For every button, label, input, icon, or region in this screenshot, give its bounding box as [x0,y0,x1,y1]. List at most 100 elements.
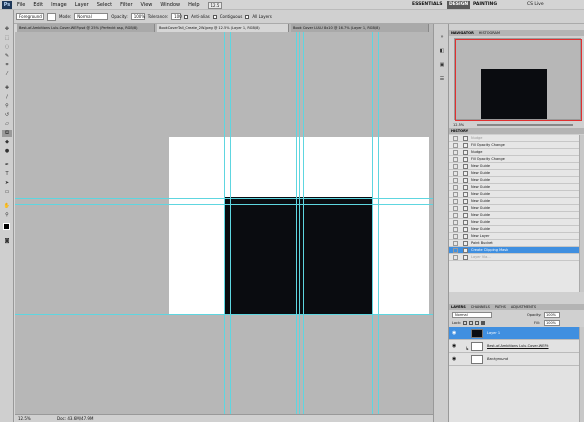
dodge-tool-icon[interactable]: ● [2,148,12,155]
cs-live-button[interactable]: CS Live [525,1,546,9]
tab-paths[interactable]: PATHS [495,304,506,310]
menu-filter[interactable]: Filter [120,2,132,8]
layer-row-layer-1[interactable]: ◉ Layer 1 [449,327,579,340]
vertical-guide[interactable] [303,32,304,414]
tab-history[interactable]: HISTORY [451,128,468,134]
fill-source-select[interactable]: Foreground [16,13,44,20]
lasso-tool-icon[interactable]: ◌ [2,44,12,51]
tab-adjustments[interactable]: ADJUSTMENTS [511,304,536,310]
layers-list[interactable]: ◉ Layer 1 ◉ ↳ Best-of-Ambitions Lulu-Cov… [449,327,584,422]
zoom-dropdown[interactable]: 12.5 [207,1,223,9]
menu-select[interactable]: Select [97,2,112,8]
layer-row-background[interactable]: ◉ Background [449,353,579,366]
history-scrollbar[interactable] [579,135,584,292]
history-item[interactable]: New Guide [449,212,579,219]
history-item[interactable]: Layer Via... [449,254,579,261]
visibility-eye-icon[interactable]: ◉ [452,331,457,336]
opacity-input[interactable]: 100% [130,13,145,20]
layer-comps-icon[interactable]: ☰ [437,76,447,83]
mode-select[interactable]: Normal [74,13,109,20]
history-item[interactable]: New Layer [449,233,579,240]
masks-icon[interactable]: ▣ [437,62,447,69]
menu-help[interactable]: Help [188,2,199,8]
zoom-tool-icon[interactable]: ⚲ [2,212,12,219]
shape-tool-icon[interactable]: ▭ [2,189,12,196]
layers-scrollbar[interactable] [579,327,584,422]
horizontal-guide[interactable] [15,204,433,205]
panel-collapse-icon[interactable]: » [437,34,447,41]
navigator-zoom-slider[interactable] [477,124,573,126]
lock-transparent-icon[interactable] [463,321,467,325]
history-list[interactable]: Nudge Fill Opacity Change Nudge Fill Opa… [449,135,584,292]
history-item[interactable]: New Guide [449,226,579,233]
paint-bucket-tool-icon[interactable]: ⛾ [2,130,12,137]
fill-input[interactable]: 100% [544,320,560,326]
menu-layer[interactable]: Layer [75,2,89,8]
navigator-preview[interactable] [454,38,582,121]
history-item[interactable]: Paint Bucket [449,240,579,247]
history-item[interactable]: New Guide [449,177,579,184]
history-item[interactable]: New Guide [449,198,579,205]
healing-brush-tool-icon[interactable]: ✚ [2,85,12,92]
menu-window[interactable]: Window [160,2,180,8]
history-item[interactable]: New Guide [449,184,579,191]
workspace-design[interactable]: DESIGN [447,1,471,9]
vertical-guide[interactable] [296,32,297,414]
workspace-painting[interactable]: PAINTING [471,1,499,9]
adjustments-icon[interactable]: ◧ [437,48,447,55]
blur-tool-icon[interactable]: ◆ [2,139,12,146]
vertical-guide[interactable] [224,32,225,414]
vertical-guide[interactable] [372,32,373,414]
horizontal-guide[interactable] [15,314,433,315]
history-brush-tool-icon[interactable]: ↺ [2,112,12,119]
layer-row-best-of-ambitions[interactable]: ◉ ↳ Best-of-Ambitions Lulu-Cover-WEP.t [449,340,579,353]
horizontal-guide[interactable] [15,198,433,199]
status-doc-size[interactable]: Doc: 43.6M/47.9M [57,415,93,422]
doc-tab-bookcovertall[interactable]: BookCoverTall_Create_2W.jpeg @ 12.5% (La… [157,24,289,32]
vertical-guide[interactable] [230,32,231,414]
history-item[interactable]: New Guide [449,219,579,226]
pattern-swatch[interactable] [47,12,56,21]
menu-edit[interactable]: Edit [33,2,43,8]
doc-tab-best-of-ambitions[interactable]: Best-of-Ambitions Lulu-Cover-WEP.psd @ 2… [17,24,155,32]
contiguous-checkbox[interactable] [212,14,217,19]
tab-layers[interactable]: LAYERS [451,304,466,310]
menu-file[interactable]: File [17,2,25,8]
history-item[interactable]: New Guide [449,163,579,170]
menu-view[interactable]: View [141,2,153,8]
type-tool-icon[interactable]: T [2,171,12,178]
history-item[interactable]: New Guide [449,170,579,177]
visibility-eye-icon[interactable]: ◉ [452,344,457,349]
crop-tool-icon[interactable]: ⌗ [2,62,12,69]
lock-pixels-icon[interactable] [469,321,473,325]
history-item[interactable]: New Guide [449,191,579,198]
vertical-guide[interactable] [299,32,300,414]
brush-tool-icon[interactable]: ∕ [2,94,12,101]
history-item[interactable]: New Guide [449,205,579,212]
eraser-tool-icon[interactable]: ▱ [2,121,12,128]
visibility-eye-icon[interactable]: ◉ [452,357,457,362]
vertical-guide[interactable] [378,32,379,414]
all-layers-checkbox[interactable] [245,14,250,19]
path-select-tool-icon[interactable]: ➤ [2,180,12,187]
eyedropper-tool-icon[interactable]: ⁄ [2,71,12,78]
quick-mask-icon[interactable]: ◙ [2,238,12,245]
tolerance-input[interactable]: 100 [171,13,182,20]
hand-tool-icon[interactable]: ✋ [2,203,12,210]
menu-image[interactable]: Image [51,2,67,8]
history-item[interactable]: Nudge [449,135,579,142]
history-item[interactable]: Fill Opacity Change [449,142,579,149]
doc-tab-book-cover-lulu[interactable]: Book Cover LULU 8x10 @ 16.7% (Layer 1, R… [291,24,429,32]
move-tool-icon[interactable]: ✥ [2,26,12,33]
lock-all-icon[interactable] [481,321,485,325]
lock-position-icon[interactable] [475,321,479,325]
layer-opacity-input[interactable]: 100% [544,312,560,318]
anti-alias-checkbox[interactable] [184,14,189,19]
tab-channels[interactable]: CHANNELS [471,304,490,310]
marquee-tool-icon[interactable]: ⬚ [2,35,12,42]
history-item[interactable]: Fill Opacity Change [449,156,579,163]
tab-navigator[interactable]: NAVIGATOR [451,30,474,36]
canvas-area[interactable] [15,32,433,414]
layer-blend-mode-select[interactable]: Normal [452,312,492,318]
pen-tool-icon[interactable]: ✒ [2,162,12,169]
